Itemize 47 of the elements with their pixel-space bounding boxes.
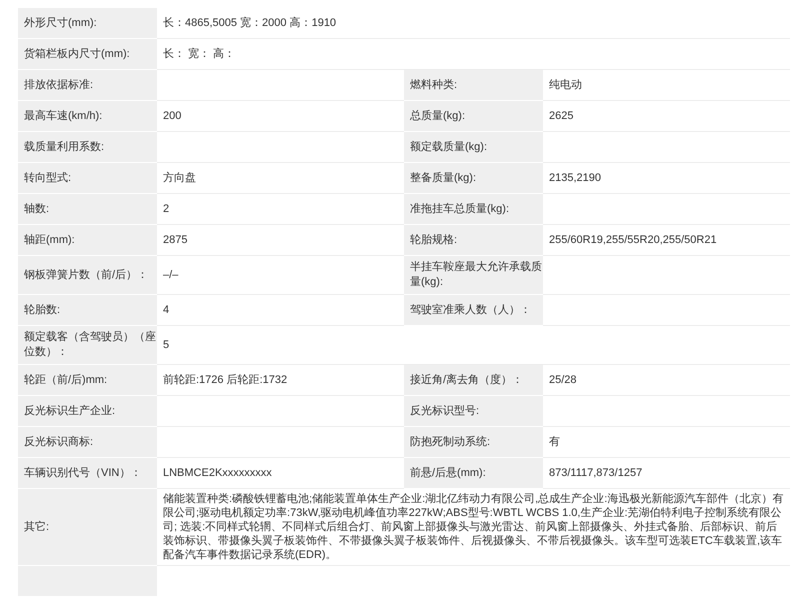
field-value: 4 — [163, 303, 170, 317]
field-label: 轮距（前/后)mm: — [24, 372, 108, 388]
field-label: 总质量(kg): — [410, 108, 465, 124]
field-label: 外形尺寸(mm): — [24, 16, 97, 30]
field-label: 整备质量(kg): — [410, 170, 476, 186]
field-value: 长：4865,5005 宽：2000 高：1910 — [163, 16, 336, 30]
field-value: 2135,2190 — [549, 171, 601, 185]
field-value: 873/1117,873/1257 — [549, 466, 642, 480]
field-label: 防抱死制动系统: — [410, 434, 490, 450]
field-value: 有 — [549, 435, 560, 449]
field-label: 驾驶室准乘人数（人）： — [410, 302, 531, 318]
field-value: LNBMCE2Kxxxxxxxxx — [163, 466, 272, 480]
field-label: 前悬/后悬(mm): — [410, 466, 486, 480]
field-value: 纯电动 — [549, 78, 582, 92]
field-label: 反光标识型号: — [410, 404, 480, 418]
field-value: 5 — [163, 338, 170, 352]
field-value: 前轮距:1726 后轮距:1732 — [163, 373, 288, 387]
field-label: 接近角/离去角（度）： — [410, 372, 524, 388]
field-label: 货箱栏板内尺寸(mm): — [24, 46, 130, 62]
field-value: 长： 宽： 高： — [163, 47, 236, 61]
field-label: 轴数: — [24, 202, 50, 216]
field-label: 半挂车鞍座最大允许承载质量(kg): — [410, 260, 543, 290]
field-value: 200 — [163, 109, 182, 123]
field-value: 25/28 — [549, 373, 577, 387]
field-label: 车辆识别代号（VIN）： — [24, 466, 142, 480]
field-label: 轮胎数: — [24, 302, 60, 318]
field-label: 额定载质量(kg): — [410, 140, 487, 154]
field-value: 2875 — [163, 233, 188, 247]
field-label: 轮胎规格: — [410, 232, 458, 248]
field-label: 其它: — [24, 520, 50, 534]
field-label: 排放依据标准: — [24, 78, 94, 92]
field-label: 载质量利用系数: — [24, 140, 104, 154]
field-value: 储能装置种类:磷酸铁锂蓄电池;储能装置单体生产企业:湖北亿纬动力有限公司,总成生产企业:海迅极光新能源汽车部件（北京）有限公司;驱动电机额定功率:73kW,驱动电机峰值功率227kW;ABS型号:WBTL WCBS 1.0,生产企业:芜湖伯特利电子控制系统有限公司; 选装:不同样式轮辋、不同样式后组合灯、前风窗上部摄像头与激光雷达、前风窗上部摄像头、外挂式备胎、后部标识、前后装饰标识、带摄像头翼子板装饰件、不带摄像头翼子板装饰件、后视摄像头、不带后视摄像头。该车型可选装ETC车载装置,该车配备汽车事件数据记录系统(EDR)。 — [163, 492, 784, 562]
field-label: 轴距(mm): — [24, 232, 75, 248]
field-label: 反光标识生产企业: — [24, 404, 116, 418]
field-label: 燃料种类: — [410, 78, 458, 92]
field-value: 2625 — [549, 109, 574, 123]
field-label: 准拖挂车总质量(kg): — [410, 202, 509, 216]
field-value: 255/60R19,255/55R20,255/50R21 — [549, 233, 717, 247]
field-value: 方向盘 — [163, 171, 196, 185]
field-label: 反光标识商标: — [24, 434, 94, 450]
field-label: 钢板弹簧片数（前/后）： — [24, 268, 148, 282]
field-value: 2 — [163, 202, 170, 216]
field-label: 转向型式: — [24, 170, 72, 186]
field-label: 额定载客（含驾驶员）（座位数）： — [24, 330, 157, 360]
field-value: –/– — [163, 268, 178, 282]
field-label: 最高车速(km/h): — [24, 108, 102, 124]
